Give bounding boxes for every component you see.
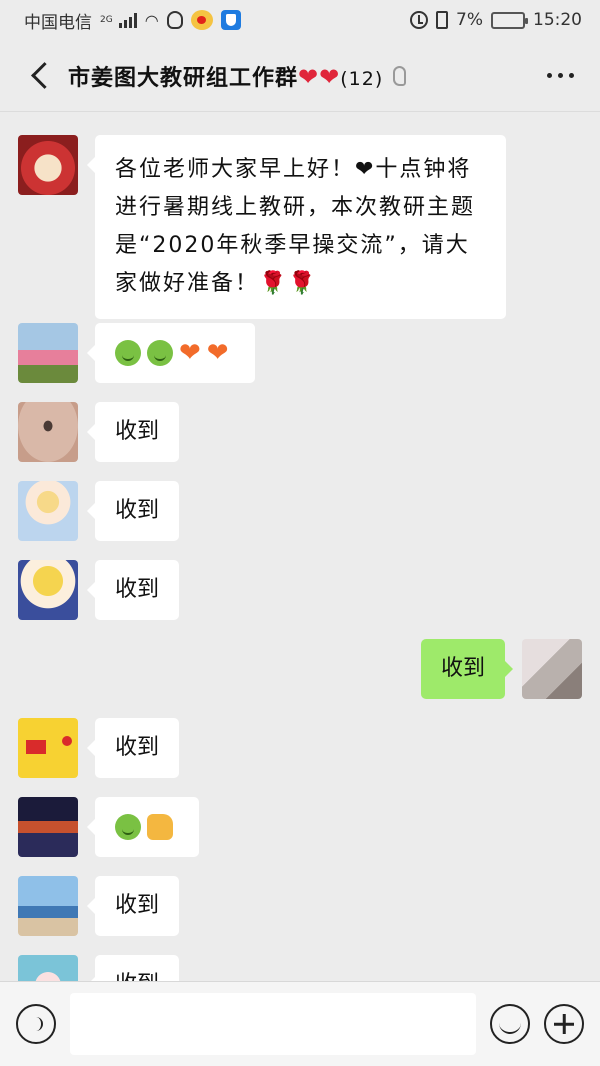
message-text: 收到 [115, 498, 160, 523]
member-count: (12) [340, 67, 384, 90]
weibo-icon [190, 10, 213, 30]
message-text: 各位老师大家早上好！❤十点钟将进行暑期线上教研，本次教研主题是“2020年秋季早… [115, 157, 476, 296]
message-bubble-self[interactable]: 收到 [420, 639, 514, 699]
qq-icon [166, 11, 183, 29]
avatar[interactable] [18, 560, 78, 620]
message-bubble[interactable]: 收到 [86, 402, 180, 462]
battery-icon [491, 11, 528, 29]
status-right: 7% 15:20 [410, 10, 582, 30]
input-bar [0, 981, 600, 1066]
message-text: 收到 [440, 656, 485, 681]
heart-icon: ❤❤ [298, 62, 341, 91]
battery-percent: 7% [456, 10, 483, 30]
group-name: 市姜图大教研组工作群 [68, 65, 299, 91]
message-input[interactable] [70, 993, 476, 1055]
message-bubble[interactable]: 收到 [86, 560, 180, 620]
avatar[interactable] [18, 402, 78, 462]
shield-icon [220, 10, 241, 30]
smile-emoji [115, 340, 141, 366]
chat-header: 市姜图大教研组工作群❤❤(12) [0, 40, 600, 112]
message-bubble[interactable]: 各位老师大家早上好！❤十点钟将进行暑期线上教研，本次教研主题是“2020年秋季早… [87, 135, 506, 319]
my-avatar[interactable] [522, 639, 582, 699]
message-list[interactable]: 各位老师大家早上好！❤十点钟将进行暑期线上教研，本次教研主题是“2020年秋季早… [0, 113, 600, 981]
message-text: 收到 [115, 972, 159, 981]
message-bubble[interactable]: 收到 [86, 718, 180, 778]
smile-emoji [115, 814, 141, 840]
clock: 15:20 [533, 10, 582, 30]
signal-icon [118, 12, 137, 28]
plus-icon[interactable] [544, 1004, 584, 1044]
network-type: 2G [100, 15, 113, 25]
message-bubble[interactable]: 收到 [86, 955, 180, 981]
message-text: 收到 [115, 735, 160, 760]
avatar[interactable] [18, 718, 78, 778]
vibrate-icon [436, 11, 449, 29]
thumbs-up-emoji [147, 814, 173, 840]
back-icon[interactable] [20, 56, 60, 96]
voice-icon[interactable] [16, 1004, 56, 1044]
avatar[interactable] [18, 955, 78, 981]
message-bubble[interactable]: 收到 [86, 481, 180, 541]
avatar[interactable] [18, 481, 78, 541]
heart-emoji: ❤ [179, 338, 201, 368]
avatar[interactable] [18, 797, 78, 857]
message-bubble[interactable] [87, 797, 199, 857]
avatar[interactable] [18, 876, 78, 936]
message-text: 收到 [115, 419, 160, 444]
message-bubble[interactable]: ❤ ❤ [87, 323, 255, 383]
smile-emoji [147, 340, 173, 366]
alarm-icon [410, 11, 429, 29]
wifi-icon: ◠ [144, 10, 159, 30]
message-text: 收到 [115, 577, 160, 602]
status-bar: 中国电信 2G ◠ 7% 15:20 [0, 0, 600, 40]
carrier-label: 中国电信 [24, 12, 92, 33]
avatar[interactable] [18, 323, 78, 383]
message-bubble[interactable]: 收到 [86, 876, 180, 936]
more-icon[interactable] [541, 63, 580, 88]
chat-screen: 中国电信 2G ◠ 7% 15:20 市姜图大教研组工作群❤❤(12) 各位老师… [0, 0, 600, 1066]
heart-emoji: ❤ [206, 338, 229, 368]
earpiece-icon [393, 65, 407, 86]
status-left: 中国电信 2G ◠ [24, 8, 241, 33]
message-text: 收到 [115, 893, 160, 918]
chat-title[interactable]: 市姜图大教研组工作群❤❤(12) [68, 60, 383, 92]
emoji-icon[interactable] [490, 1004, 530, 1044]
avatar[interactable] [18, 135, 78, 195]
